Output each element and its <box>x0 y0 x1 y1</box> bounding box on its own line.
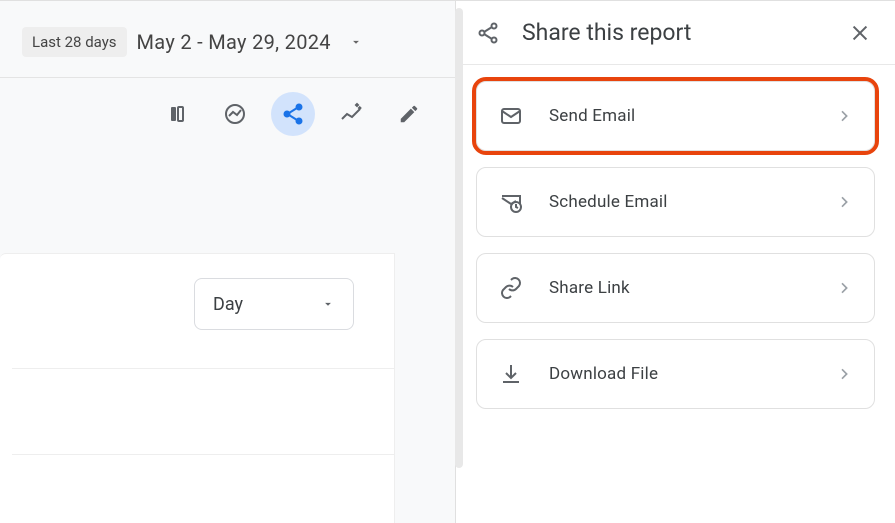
close-icon[interactable] <box>849 22 871 44</box>
date-range-selector[interactable]: Last 28 days May 2 - May 29, 2024 <box>0 1 455 77</box>
option-label: Download File <box>549 364 810 384</box>
insights-icon[interactable] <box>329 92 373 136</box>
download-file-option[interactable]: Download File <box>476 339 875 409</box>
share-options: Send Email Schedule Email Share Link <box>456 65 895 425</box>
chevron-right-icon <box>836 280 852 296</box>
share-link-option[interactable]: Share Link <box>476 253 875 323</box>
caret-down-icon <box>349 35 363 49</box>
edit-icon[interactable] <box>387 92 431 136</box>
left-pane: Last 28 days May 2 - May 29, 2024 Day <box>0 0 455 523</box>
caret-down-icon <box>321 297 335 311</box>
schedule-icon <box>499 190 523 214</box>
chart-icon[interactable] <box>213 92 257 136</box>
option-label: Schedule Email <box>549 192 810 212</box>
toolbar <box>0 78 455 150</box>
option-label: Send Email <box>549 106 810 126</box>
date-range-text: May 2 - May 29, 2024 <box>137 30 331 54</box>
share-icon[interactable] <box>271 92 315 136</box>
download-icon <box>499 362 523 386</box>
schedule-email-option[interactable]: Schedule Email <box>476 167 875 237</box>
send-email-option[interactable]: Send Email <box>476 81 875 151</box>
option-label: Share Link <box>549 278 810 298</box>
chevron-right-icon <box>836 366 852 382</box>
panel-header: Share this report <box>456 1 895 65</box>
mail-icon <box>499 104 523 128</box>
granularity-dropdown[interactable]: Day <box>194 278 354 330</box>
date-preset-label: Last 28 days <box>22 27 127 57</box>
chevron-right-icon <box>836 108 852 124</box>
compare-icon[interactable] <box>155 92 199 136</box>
share-icon <box>476 21 500 45</box>
chevron-right-icon <box>836 194 852 210</box>
divider <box>12 368 394 369</box>
chart-card: Day <box>0 253 395 523</box>
divider <box>12 454 394 455</box>
panel-title: Share this report <box>522 19 827 46</box>
granularity-label: Day <box>213 294 243 315</box>
scrollbar[interactable] <box>455 8 463 468</box>
link-icon <box>499 276 523 300</box>
share-panel: Share this report Send Email Schedule Em… <box>455 0 895 523</box>
